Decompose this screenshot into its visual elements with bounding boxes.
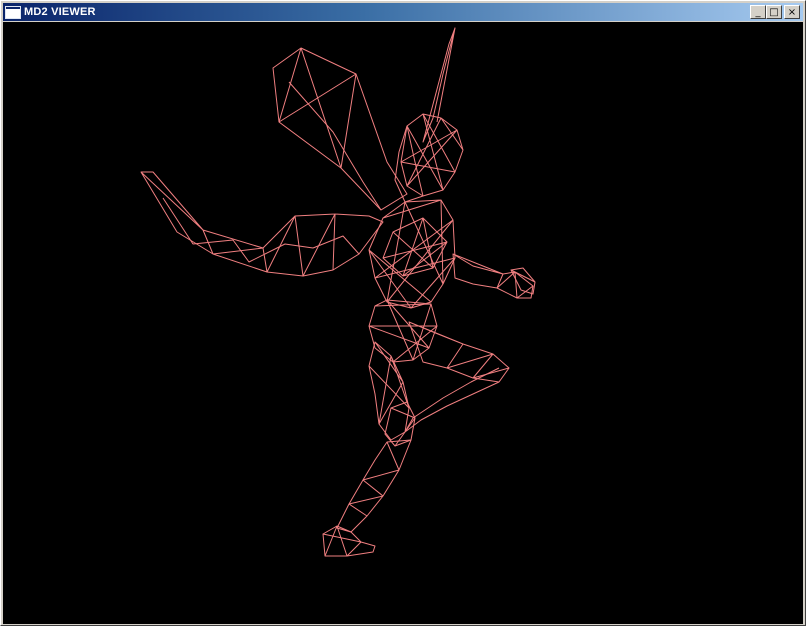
wire-foot (322, 525, 376, 557)
window-title: MD2 VIEWER (24, 6, 96, 18)
wire-hair (394, 125, 424, 203)
wire-shin-right (404, 367, 500, 433)
wire-knee (384, 401, 416, 447)
wire-shin-left (336, 439, 412, 533)
close-button[interactable]: × (784, 5, 800, 19)
wire-torso (368, 199, 456, 309)
render-viewport[interactable] (3, 22, 803, 624)
minimize-button[interactable]: _ (750, 5, 766, 19)
wire-torso-mesh (382, 217, 448, 277)
wire-head (400, 113, 464, 197)
maximize-button[interactable]: □ (766, 5, 782, 19)
window-controls: _ □ × (750, 5, 800, 19)
wire-lower-wing (140, 171, 384, 277)
md2-viewer-window: MD2 VIEWER _ □ × (0, 0, 806, 626)
wire-right-arm (452, 253, 534, 299)
wire-right-hand (510, 267, 536, 295)
wire-lower-wing-mesh (162, 197, 360, 263)
wireframe-model (140, 27, 536, 557)
window-app-icon[interactable] (5, 5, 21, 19)
wire-upper-wing-inner (288, 81, 382, 211)
wire-hips (368, 299, 438, 363)
wire-upper-wing (272, 47, 408, 211)
wire-thigh-left (368, 341, 410, 441)
title-bar[interactable]: MD2 VIEWER _ □ × (3, 3, 803, 21)
